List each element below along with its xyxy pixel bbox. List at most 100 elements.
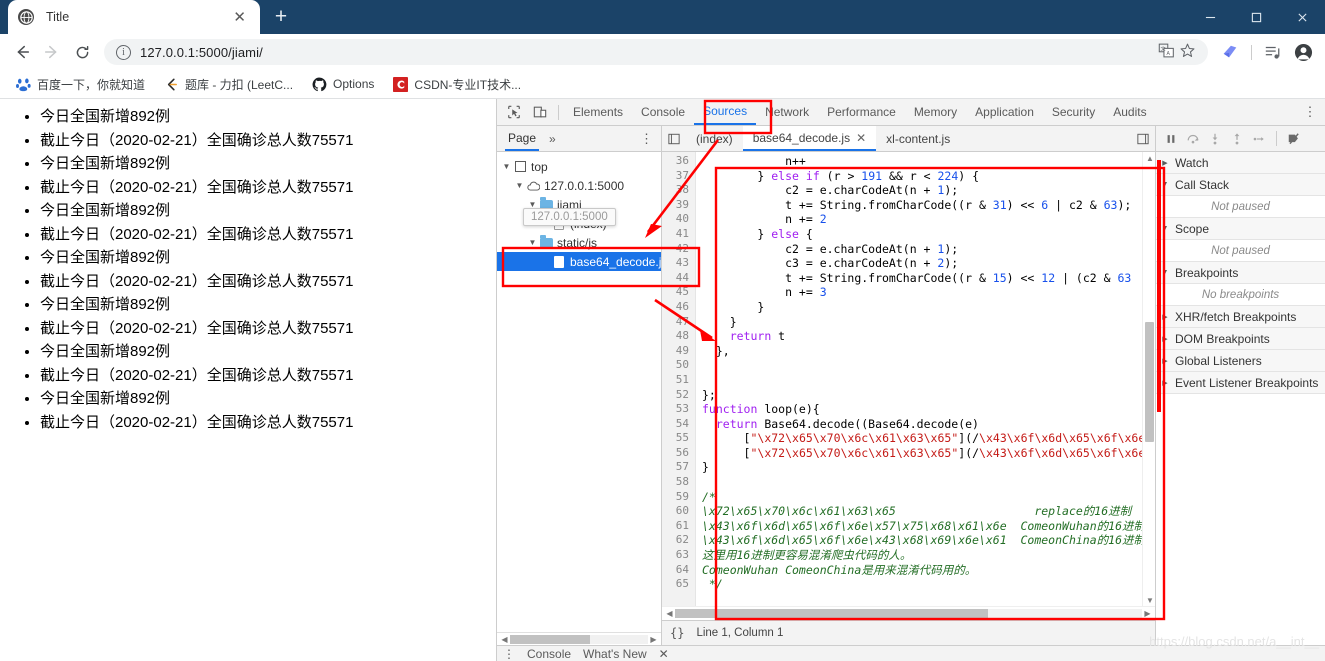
chevron-down-icon[interactable]: ▼ bbox=[527, 238, 538, 247]
drawer-close-icon[interactable]: ✕ bbox=[659, 647, 669, 661]
code-line[interactable]: function loop(e){ bbox=[702, 402, 1142, 417]
scroll-track[interactable] bbox=[675, 609, 1142, 618]
sidebar-section-header[interactable]: ▶ DOM Breakpoints bbox=[1156, 328, 1325, 350]
code-line[interactable]: c2 = e.charCodeAt(n + 1); bbox=[702, 242, 1142, 257]
file-tab-base64-decode[interactable]: base64_decode.js ✕ bbox=[742, 126, 877, 151]
tab-security[interactable]: Security bbox=[1043, 99, 1104, 125]
step-into-icon[interactable] bbox=[1205, 127, 1225, 151]
code-line[interactable]: } bbox=[702, 460, 1142, 475]
drawer-menu-icon[interactable]: ⋮ bbox=[503, 647, 515, 661]
code-line[interactable]: /* bbox=[702, 490, 1142, 505]
code-line[interactable]: }; bbox=[702, 388, 1142, 403]
disclosure-icon[interactable]: ▶ bbox=[1160, 379, 1170, 387]
code-line[interactable]: */ bbox=[702, 577, 1142, 592]
chevron-down-icon[interactable]: ▼ bbox=[514, 181, 525, 190]
code-line[interactable]: ["\x72\x65\x70\x6c\x61\x63\x65"](/\x43\x… bbox=[702, 431, 1142, 446]
drawer-tab-whats-new[interactable]: What's New bbox=[583, 647, 647, 661]
editor-hscrollbar[interactable]: ◀ ▶ bbox=[662, 606, 1155, 620]
tree-node[interactable]: ▼ static/js bbox=[497, 233, 661, 252]
reload-icon[interactable] bbox=[68, 38, 96, 66]
file-tab-index[interactable]: (index) bbox=[686, 126, 743, 151]
scroll-thumb[interactable] bbox=[1145, 322, 1154, 442]
code-line[interactable]: return t bbox=[702, 329, 1142, 344]
chevron-down-icon[interactable]: ▼ bbox=[501, 162, 512, 171]
scroll-down-icon[interactable]: ▼ bbox=[1146, 596, 1154, 605]
disclosure-icon[interactable]: ▼ bbox=[1160, 269, 1170, 276]
code-line[interactable]: t += String.fromCharCode((r & 15) << 12 … bbox=[702, 271, 1142, 286]
tabs-scroll-right-icon[interactable] bbox=[1131, 126, 1155, 151]
step-out-icon[interactable] bbox=[1227, 127, 1247, 151]
code-line[interactable]: \x72\x65\x70\x6c\x61\x63\x65 replace的16进… bbox=[702, 504, 1142, 519]
bookmark-baidu[interactable]: 百度一下，你就知道 bbox=[8, 73, 152, 96]
bookmark-options[interactable]: Options bbox=[304, 73, 381, 95]
disclosure-icon[interactable]: ▶ bbox=[1160, 335, 1170, 343]
code-line[interactable]: } bbox=[702, 300, 1142, 315]
sidebar-section-header[interactable]: ▶ Event Listener Breakpoints bbox=[1156, 372, 1325, 394]
code-line[interactable]: } bbox=[702, 315, 1142, 330]
tab-elements[interactable]: Elements bbox=[564, 99, 632, 125]
sidebar-section-header[interactable]: ▶ Global Listeners bbox=[1156, 350, 1325, 372]
code-line[interactable]: } else { bbox=[702, 227, 1142, 242]
code-area[interactable]: 36 37 38 39 40 41 42 43 44 45 46 47 48 49 50 51 52 53 54 55… bbox=[662, 152, 1155, 606]
sidebar-section-header[interactable]: ▶ XHR/fetch Breakpoints bbox=[1156, 306, 1325, 328]
code-line[interactable]: return Base64.decode((Base64.decode(e) bbox=[702, 417, 1142, 432]
tree-node[interactable]: ▼ top bbox=[497, 157, 661, 176]
code-line[interactable]: }, bbox=[702, 344, 1142, 359]
step-over-icon[interactable] bbox=[1183, 127, 1203, 151]
code-line[interactable]: ["\x72\x65\x70\x6c\x61\x63\x65"](/\x43\x… bbox=[702, 446, 1142, 461]
tree-node[interactable]: base64_decode.js bbox=[497, 252, 661, 271]
bookmark-leetcode[interactable]: 题库 - 力扣 (LeetC... bbox=[156, 73, 300, 96]
scroll-up-icon[interactable]: ▲ bbox=[1146, 154, 1154, 163]
site-info-icon[interactable]: i bbox=[116, 44, 131, 60]
sidebar-section-header[interactable]: ▼ Scope bbox=[1156, 218, 1325, 240]
code-line[interactable] bbox=[702, 373, 1142, 388]
file-tab-xl-content[interactable]: xl-content.js bbox=[876, 126, 960, 151]
tab-sources[interactable]: Sources bbox=[694, 99, 757, 125]
extension-icon[interactable] bbox=[1216, 38, 1244, 66]
disclosure-icon[interactable]: ▶ bbox=[1160, 357, 1170, 365]
sidebar-section-header[interactable]: ▶ Watch bbox=[1156, 152, 1325, 174]
tab-application[interactable]: Application bbox=[966, 99, 1043, 125]
tab-network[interactable]: Network bbox=[756, 99, 818, 125]
tab-console[interactable]: Console bbox=[632, 99, 694, 125]
code-line[interactable] bbox=[702, 358, 1142, 373]
scroll-right-icon[interactable]: ▶ bbox=[648, 635, 659, 644]
navigator-menu-icon[interactable]: ⋮ bbox=[640, 131, 653, 147]
tab-audits[interactable]: Audits bbox=[1104, 99, 1155, 125]
maximize-button[interactable] bbox=[1233, 0, 1279, 34]
disclosure-icon[interactable]: ▶ bbox=[1160, 159, 1170, 167]
code-line[interactable]: \x43\x6f\x6d\x65\x6f\x6e\x43\x68\x69\x6e… bbox=[702, 533, 1142, 548]
drawer-tab-console[interactable]: Console bbox=[527, 647, 571, 661]
address-bar[interactable]: i 127.0.0.1:5000/jiami/ 文A bbox=[104, 39, 1208, 65]
code-line[interactable]: 这里用16进制更容易混淆爬虫代码的人。 bbox=[702, 548, 1142, 563]
close-icon[interactable]: ✕ bbox=[856, 131, 866, 145]
scroll-track[interactable] bbox=[510, 634, 648, 644]
devtools-menu-icon[interactable]: ⋮ bbox=[1299, 100, 1321, 125]
close-window-button[interactable] bbox=[1279, 0, 1325, 34]
disclosure-icon[interactable]: ▶ bbox=[1160, 313, 1170, 321]
close-icon[interactable]: ✕ bbox=[229, 10, 250, 25]
forward-icon[interactable] bbox=[38, 38, 66, 66]
inspect-element-icon[interactable] bbox=[501, 100, 527, 125]
new-tab-button[interactable]: + bbox=[266, 2, 296, 32]
browser-tab[interactable]: Title ✕ bbox=[8, 0, 260, 34]
step-icon[interactable] bbox=[1249, 127, 1269, 151]
code-line[interactable]: \x43\x6f\x6d\x65\x6f\x6e\x57\x75\x68\x61… bbox=[702, 519, 1142, 534]
tree-node[interactable]: ▼ 127.0.0.1:5000 bbox=[497, 176, 661, 195]
tab-performance[interactable]: Performance bbox=[818, 99, 905, 125]
page-file-tree[interactable]: ▼top▼127.0.0.1:5000▼jiami(index)▼static/… bbox=[497, 152, 661, 632]
back-icon[interactable] bbox=[8, 38, 36, 66]
code-line[interactable]: } else if (r > 191 && r < 224) { bbox=[702, 169, 1142, 184]
code-line[interactable]: t += String.fromCharCode((r & 31) << 6 |… bbox=[702, 198, 1142, 213]
media-icon[interactable] bbox=[1259, 38, 1287, 66]
code-line[interactable]: c3 = e.charCodeAt(n + 2); bbox=[702, 256, 1142, 271]
sidebar-section-header[interactable]: ▼ Call Stack bbox=[1156, 174, 1325, 196]
profile-avatar[interactable] bbox=[1289, 38, 1317, 66]
deactivate-breakpoints-icon[interactable] bbox=[1284, 127, 1304, 151]
scroll-left-icon[interactable]: ◀ bbox=[499, 635, 510, 644]
source-code[interactable]: n++ } else if (r > 191 && r < 224) { c2 … bbox=[696, 152, 1142, 606]
tabs-scroll-left-icon[interactable] bbox=[662, 126, 686, 151]
bookmark-csdn[interactable]: CSDN-专业IT技术... bbox=[385, 73, 528, 96]
tab-memory[interactable]: Memory bbox=[905, 99, 966, 125]
disclosure-icon[interactable]: ▼ bbox=[1160, 181, 1170, 188]
